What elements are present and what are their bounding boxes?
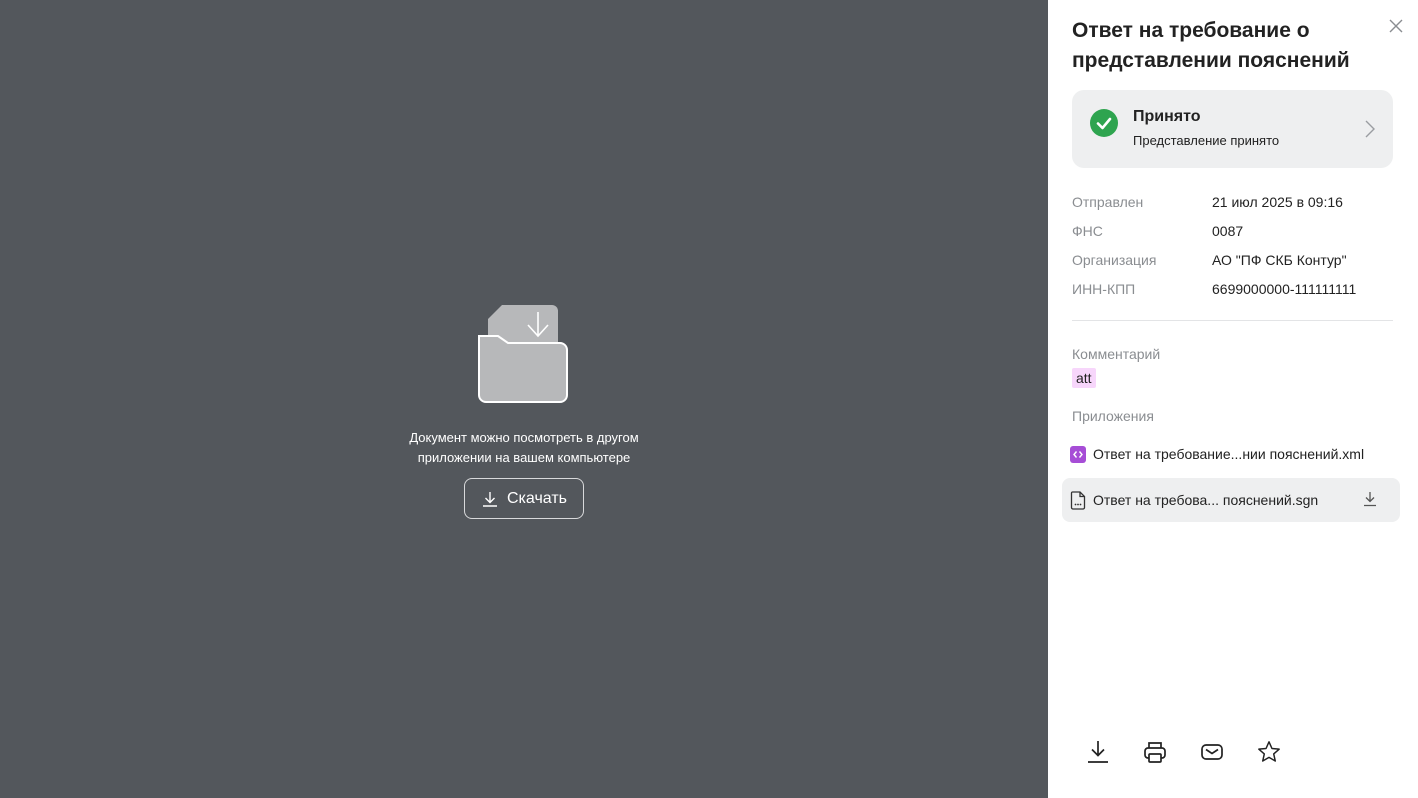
folder-download-icon: [478, 305, 568, 403]
comment-value: att: [1072, 368, 1096, 388]
download-action[interactable]: [1086, 738, 1110, 766]
attachments-label: Приложения: [1072, 408, 1154, 424]
attachment-sgn[interactable]: Ответ на требова... пояснений.sgn: [1062, 478, 1400, 522]
preview-placeholder: Документ можно посмотреть в другом прило…: [0, 300, 1048, 519]
info-value: 6699000000-111111111: [1212, 280, 1357, 297]
attachment-xml[interactable]: Ответ на требование...нии пояснений.xml: [1062, 432, 1400, 476]
download-icon: [483, 491, 497, 507]
download-icon: [1088, 741, 1108, 763]
status-card[interactable]: Принято Представление принято: [1072, 90, 1393, 168]
mail-icon: [1201, 744, 1223, 760]
info-key: Отправлен: [1072, 193, 1144, 210]
preview-message: Документ можно посмотреть в другом прило…: [0, 428, 1048, 468]
print-action[interactable]: [1143, 738, 1167, 766]
info-row-fns: ФНС 0087: [1072, 216, 1402, 245]
status-title: Принято: [1133, 108, 1201, 125]
download-button[interactable]: Скачать: [464, 478, 584, 519]
info-row-sent: Отправлен 21 июл 2025 в 09:16: [1072, 187, 1402, 216]
download-icon[interactable]: [1362, 491, 1378, 507]
info-key: ФНС: [1072, 222, 1103, 239]
comment-label: Комментарий: [1072, 346, 1161, 362]
star-icon: [1258, 741, 1280, 762]
download-button-label: Скачать: [507, 489, 567, 507]
status-subtitle: Представление принято: [1133, 133, 1280, 148]
preview-message-line2: приложении на вашем компьютере: [417, 450, 631, 465]
info-value: 21 июл 2025 в 09:16: [1212, 193, 1343, 210]
info-value: 0087: [1212, 222, 1244, 239]
chevron-right-icon: [1365, 120, 1375, 138]
panel-title: Ответ на требование о представлении пояс…: [1072, 19, 1350, 72]
info-value: АО "ПФ СКБ Контур": [1212, 251, 1347, 268]
attachment-name: Ответ на требование...нии пояснений.xml: [1093, 446, 1365, 462]
info-list: Отправлен 21 июл 2025 в 09:16 ФНС 0087 О…: [1072, 187, 1402, 303]
document-icon: [1070, 490, 1086, 510]
info-row-inn-kpp: ИНН-КПП 6699000000-111111111: [1072, 274, 1402, 303]
mail-action[interactable]: [1200, 738, 1224, 766]
info-key: Организация: [1072, 251, 1157, 268]
preview-message-line1: Документ можно посмотреть в другом: [409, 430, 639, 445]
attachment-name: Ответ на требова... пояснений.sgn: [1093, 492, 1319, 508]
xml-file-icon: [1070, 445, 1086, 463]
print-icon: [1144, 742, 1166, 763]
details-panel: Ответ на требование о представлении пояс…: [1048, 0, 1418, 798]
document-preview: Документ можно посмотреть в другом прило…: [0, 0, 1048, 798]
action-toolbar: [1086, 738, 1281, 766]
divider: [1072, 320, 1393, 321]
info-key: ИНН-КПП: [1072, 280, 1136, 297]
info-row-organization: Организация АО "ПФ СКБ Контур": [1072, 245, 1402, 274]
check-circle-icon: [1090, 109, 1118, 137]
close-icon[interactable]: [1388, 18, 1404, 34]
favorite-action[interactable]: [1257, 738, 1281, 766]
